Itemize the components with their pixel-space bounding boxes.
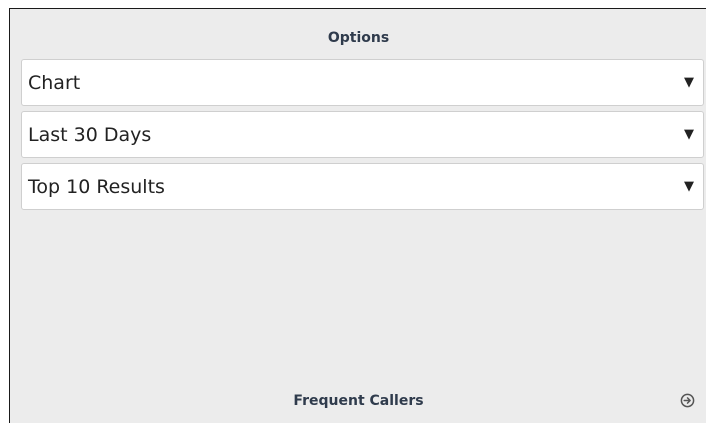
view-type-value: Chart xyxy=(28,72,81,94)
caret-down-icon: ▼ xyxy=(684,179,694,194)
date-range-select[interactable]: Last 30 Days ▼ xyxy=(21,111,704,158)
date-range-value: Last 30 Days xyxy=(28,124,152,146)
results-limit-value: Top 10 Results xyxy=(28,176,165,198)
caret-down-icon: ▼ xyxy=(684,75,694,90)
circle-arrow-right-icon[interactable] xyxy=(680,393,695,408)
options-title: Options xyxy=(327,30,390,46)
view-type-select[interactable]: Chart ▼ xyxy=(21,59,704,106)
results-limit-select[interactable]: Top 10 Results ▼ xyxy=(21,163,704,210)
options-panel: Options Chart ▼ Last 30 Days ▼ Top 10 Re… xyxy=(9,8,706,423)
frequent-callers-title: Frequent Callers xyxy=(293,393,424,409)
caret-down-icon: ▼ xyxy=(684,127,694,142)
